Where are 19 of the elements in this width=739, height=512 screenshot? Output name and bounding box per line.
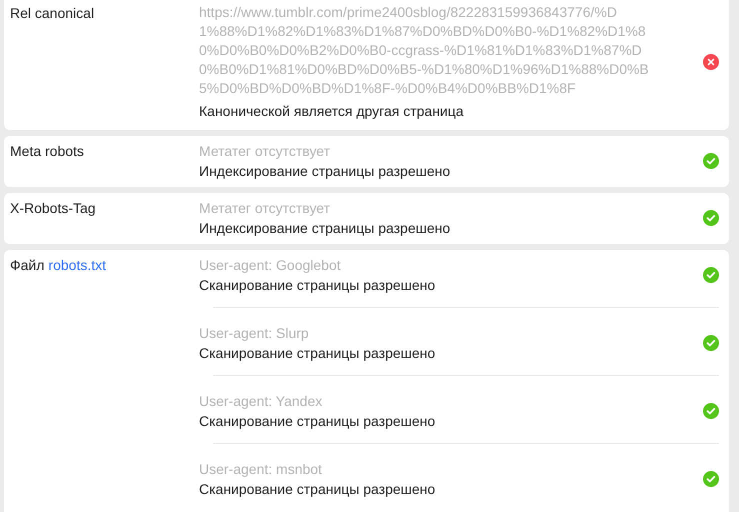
result-text: Канонической является другая страница [199, 102, 465, 121]
result-text: Индексирование страницы разрешено [199, 219, 452, 238]
detail-text: User-agent: Yandex [199, 392, 324, 411]
result-text: Сканирование страницы разрешено [199, 480, 436, 499]
result-text: Индексирование страницы разрешено [199, 162, 452, 181]
canonical-url: https://www.tumblr.com/prime2400sblog/822283159936843776/%D 1%88%D1%82%D1%83%D1%87%D0%BD%D0%B0-%D1%82%D1%8 0%D0%B0%D0%B2%D0%B0-ccgrass-%D1%81%D1%83%D1%87%D 0%B0%D1%81%D0%BD%D0%B5-%D1%80%D1%96%D1%88%D0%B 5%D0%BD%D0%BD%D1%8F-%D0%B4%D0%BB%D1%8F [199, 3, 650, 98]
detail-text: Метатег отсутствует [199, 199, 332, 218]
row-label: Rel canonical [10, 5, 94, 21]
result-text: Сканирование страницы разрешено [199, 344, 436, 363]
result-text: Сканирование страницы разрешено [199, 412, 436, 431]
robots-link[interactable]: robots.txt [48, 255, 106, 275]
result-text: Сканирование страницы разрешено [199, 276, 436, 295]
row-label: X-Robots-Tag [10, 200, 96, 216]
detail-text: User-agent: msnbot [199, 460, 323, 479]
detail-text: User-agent: Googlebot [199, 256, 342, 275]
row-label: Файл [10, 256, 44, 275]
detail-text: User-agent: Slurp [199, 324, 310, 343]
detail-text: Метатег отсутствует [199, 142, 332, 161]
row-label: Meta robots [10, 143, 84, 159]
